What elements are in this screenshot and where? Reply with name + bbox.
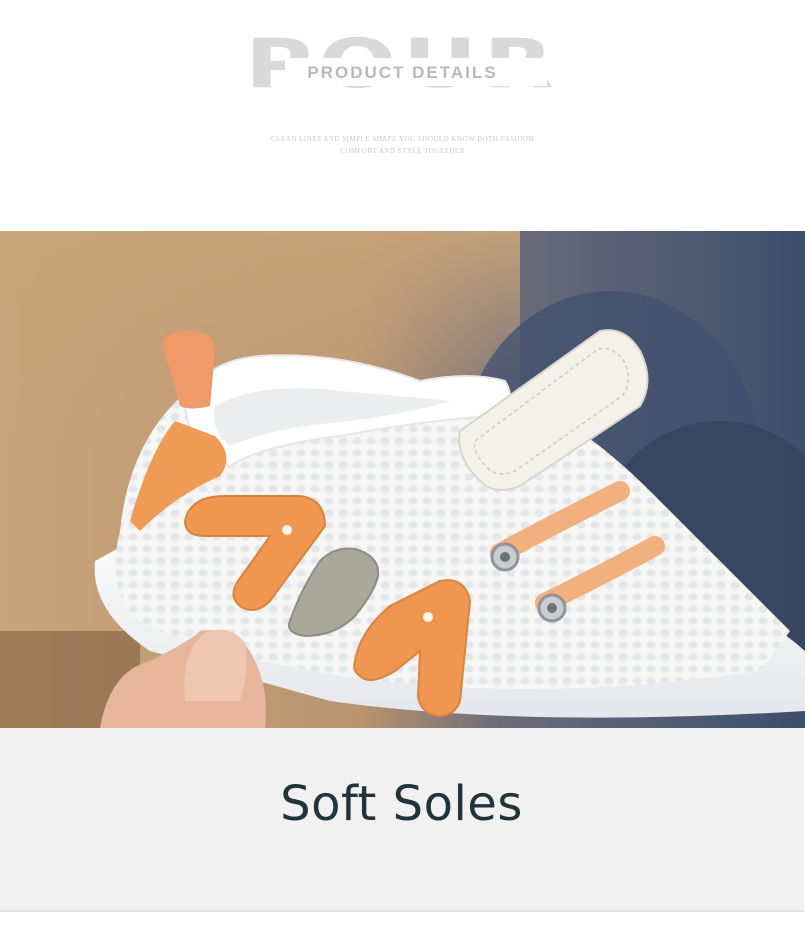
section-header: POUR PRODUCT DETAILS CLEAN LINES AND SIM… xyxy=(0,0,805,231)
feature-caption: Soft Soles xyxy=(280,776,523,832)
product-photo xyxy=(0,231,805,728)
caption-band: Soft Soles xyxy=(0,728,805,912)
header-subtitle-line-1: CLEAN LINES AND SIMPLE SHAPE YOU SHOULD … xyxy=(270,135,535,143)
section-title: PRODUCT DETAILS xyxy=(307,63,498,82)
header-subtitle-line-2: COMFORT AND STYLE TOGETHER xyxy=(340,147,465,155)
